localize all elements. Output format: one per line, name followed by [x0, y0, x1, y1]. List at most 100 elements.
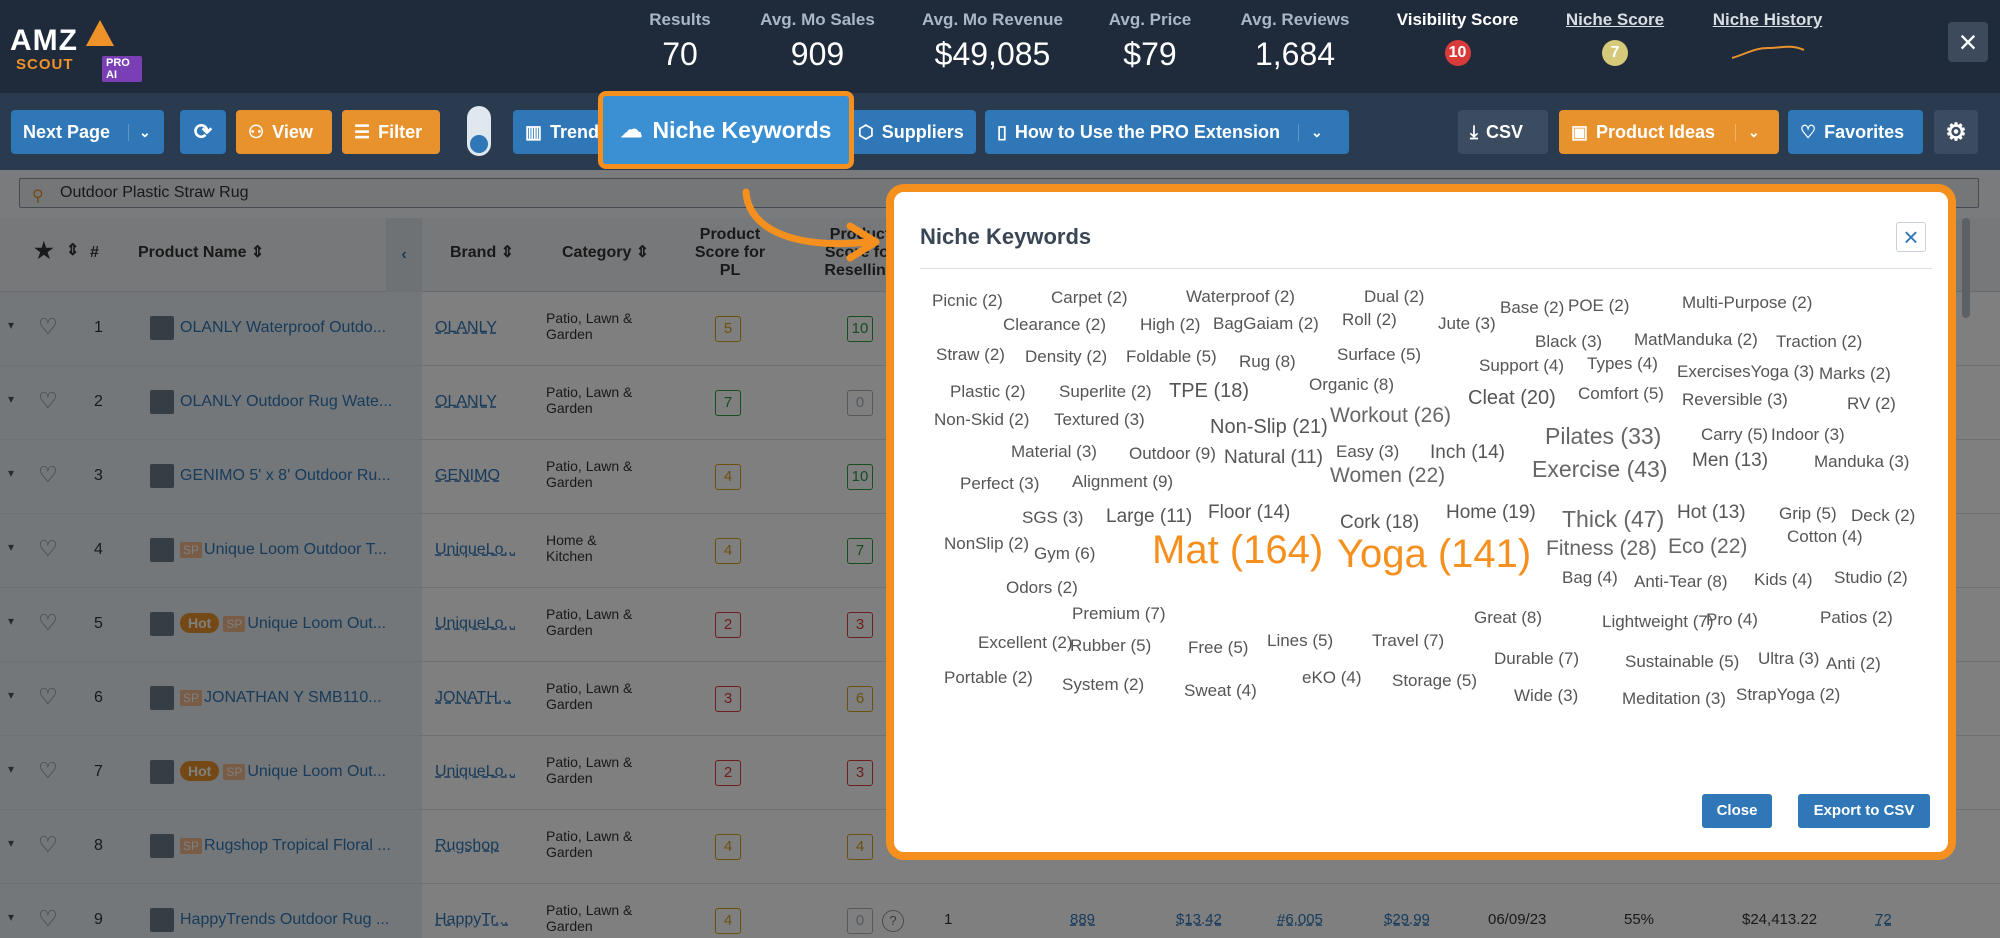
- keyword-item: Easy (3): [1336, 442, 1400, 461]
- niche-score-label[interactable]: Niche Score: [1565, 10, 1665, 30]
- keyword-item: Surface (5): [1337, 345, 1422, 364]
- pro-ai-badge: PRO AI: [102, 56, 142, 82]
- chevron-down-icon[interactable]: ⌄: [1735, 123, 1760, 141]
- keyword-item: Women (22): [1330, 464, 1446, 487]
- keyword-item: Types (4): [1587, 354, 1658, 373]
- keyword-item: Manduka (3): [1814, 452, 1910, 471]
- keyword-item: System (2): [1062, 675, 1145, 694]
- how-to-use-button[interactable]: ▯ How to Use the PRO Extension ⌄: [985, 110, 1349, 154]
- visibility-score-badge: 10: [1444, 40, 1471, 66]
- refresh-button[interactable]: ⟳: [180, 110, 226, 154]
- modal-close-icon[interactable]: ×: [1896, 222, 1926, 252]
- callout-arrow-icon: [742, 188, 880, 262]
- niche-history-sparkline-icon: [1731, 45, 1804, 59]
- keyword-item: Excellent (2): [978, 633, 1073, 652]
- suppliers-button[interactable]: ⬡ Suppliers: [846, 110, 976, 154]
- keyword-item: Cotton (4): [1787, 527, 1863, 546]
- trends-label: Trend: [550, 121, 600, 142]
- refresh-icon: ⟳: [193, 119, 213, 144]
- chevron-down-icon[interactable]: ⌄: [128, 123, 151, 141]
- keyword-item: Multi-Purpose (2): [1682, 293, 1813, 312]
- modal-title: Niche Keywords: [920, 224, 1092, 249]
- keyword-item: Premium (7): [1072, 604, 1166, 623]
- keyword-item: Straw (2): [936, 345, 1005, 364]
- keyword-item: Non-Slip (21): [1210, 416, 1328, 438]
- csv-button[interactable]: ⤓ CSV: [1458, 110, 1548, 154]
- niche-score[interactable]: Niche Score 7: [1565, 10, 1665, 66]
- keyword-item: Home (19): [1446, 502, 1536, 523]
- keyword-item: Foldable (5): [1126, 347, 1217, 366]
- stat-value: $49,085: [934, 36, 1051, 72]
- keyword-item: Ultra (3): [1758, 649, 1820, 668]
- keyword-item: Support (4): [1479, 356, 1565, 375]
- keyword-item: Perfect (3): [960, 474, 1040, 493]
- keyword-item: Thick (47): [1562, 506, 1665, 532]
- keyword-item: Marks (2): [1819, 364, 1891, 383]
- heart-icon: ♡: [1800, 121, 1817, 142]
- logo-text: AMZ: [10, 24, 78, 57]
- visibility-score[interactable]: Visibility Score 10: [1395, 10, 1520, 66]
- keyword-item: ExercisesYoga (3): [1677, 362, 1815, 381]
- view-icon: ⚇: [248, 121, 265, 142]
- view-button[interactable]: ⚇ View: [236, 110, 332, 154]
- stat-label: Results: [649, 10, 711, 29]
- keyword-item: Sweat (4): [1184, 681, 1257, 700]
- stat-avg-price: Avg. Price $79: [1100, 10, 1200, 73]
- keyword-item: Great (8): [1474, 608, 1543, 627]
- niche-history[interactable]: Niche History: [1710, 10, 1825, 69]
- stat-value: 1,684: [1254, 36, 1336, 72]
- app-window: { "brand":{"logo_text":"AMZ","logo_sub":…: [0, 0, 2000, 938]
- keyword-item: Comfort (5): [1578, 384, 1664, 403]
- stat-label: Avg. Mo Sales: [760, 10, 875, 29]
- niche-score-badge: 7: [1602, 40, 1628, 66]
- product-ideas-button[interactable]: ▣ Product Ideas ⌄: [1559, 110, 1779, 154]
- next-page-button[interactable]: Next Page ⌄: [11, 110, 164, 154]
- favorites-label: Favorites: [1824, 121, 1905, 142]
- keyword-item: Non-Skid (2): [934, 410, 1030, 429]
- stat-value: $79: [1123, 36, 1177, 72]
- chevron-down-icon[interactable]: ⌄: [1297, 123, 1323, 141]
- close-extension-button[interactable]: ×: [1948, 22, 1988, 62]
- favorites-button[interactable]: ♡ Favorites: [1788, 110, 1923, 154]
- keyword-item: Fitness (28): [1546, 537, 1657, 560]
- keyword-item: Anti-Tear (8): [1634, 572, 1728, 591]
- how-to-label: How to Use the PRO Extension: [1014, 121, 1280, 142]
- keyword-item: Lightweight (7): [1602, 612, 1714, 631]
- suppliers-label: Suppliers: [881, 121, 964, 142]
- close-button[interactable]: Close: [1702, 794, 1772, 828]
- keyword-item: Portable (2): [944, 668, 1033, 687]
- keyword-item: Rubber (5): [1070, 636, 1152, 655]
- filter-icon: ☰: [354, 121, 371, 142]
- keyword-item: Density (2): [1025, 347, 1108, 366]
- book-icon: ▯: [997, 121, 1007, 142]
- trends-button[interactable]: ▥ Trend: [513, 110, 603, 154]
- keyword-item: Pro (4): [1706, 610, 1758, 629]
- stat-label: Avg. Reviews: [1240, 10, 1350, 29]
- keyword-item: Reversible (3): [1682, 390, 1788, 409]
- filter-button[interactable]: ☰ Filter: [342, 110, 440, 154]
- next-page-label: Next Page: [23, 121, 111, 142]
- stat-avg-reviews: Avg. Reviews 1,684: [1235, 10, 1355, 73]
- box-icon: ⬡: [858, 121, 874, 142]
- mode-toggle[interactable]: [467, 106, 491, 156]
- keyword-item: Yoga (141): [1337, 532, 1532, 576]
- keyword-item: Odors (2): [1006, 578, 1078, 597]
- keyword-item: Textured (3): [1054, 410, 1145, 429]
- logo-arrow-icon: [86, 20, 114, 46]
- keyword-item: Gym (6): [1034, 544, 1096, 563]
- keyword-item: Travel (7): [1372, 631, 1445, 650]
- keyword-item: NonSlip (2): [944, 534, 1030, 553]
- keyword-item: Roll (2): [1342, 310, 1397, 329]
- keyword-item: StrapYoga (2): [1736, 685, 1841, 704]
- settings-button[interactable]: ⚙: [1934, 110, 1978, 154]
- visibility-score-label: Visibility Score: [1396, 10, 1519, 29]
- niche-history-label[interactable]: Niche History: [1710, 10, 1825, 30]
- export-csv-button[interactable]: Export to CSV: [1798, 794, 1930, 828]
- keyword-item: TPE (18): [1169, 380, 1250, 402]
- keyword-item: Exercise (43): [1532, 456, 1668, 482]
- keyword-item: Kids (4): [1754, 570, 1813, 589]
- keyword-item: eKO (4): [1302, 668, 1362, 687]
- keyword-item: Patios (2): [1820, 608, 1893, 627]
- niche-keywords-button[interactable]: ☁ Niche Keywords: [598, 91, 854, 169]
- keyword-item: High (2): [1140, 315, 1201, 334]
